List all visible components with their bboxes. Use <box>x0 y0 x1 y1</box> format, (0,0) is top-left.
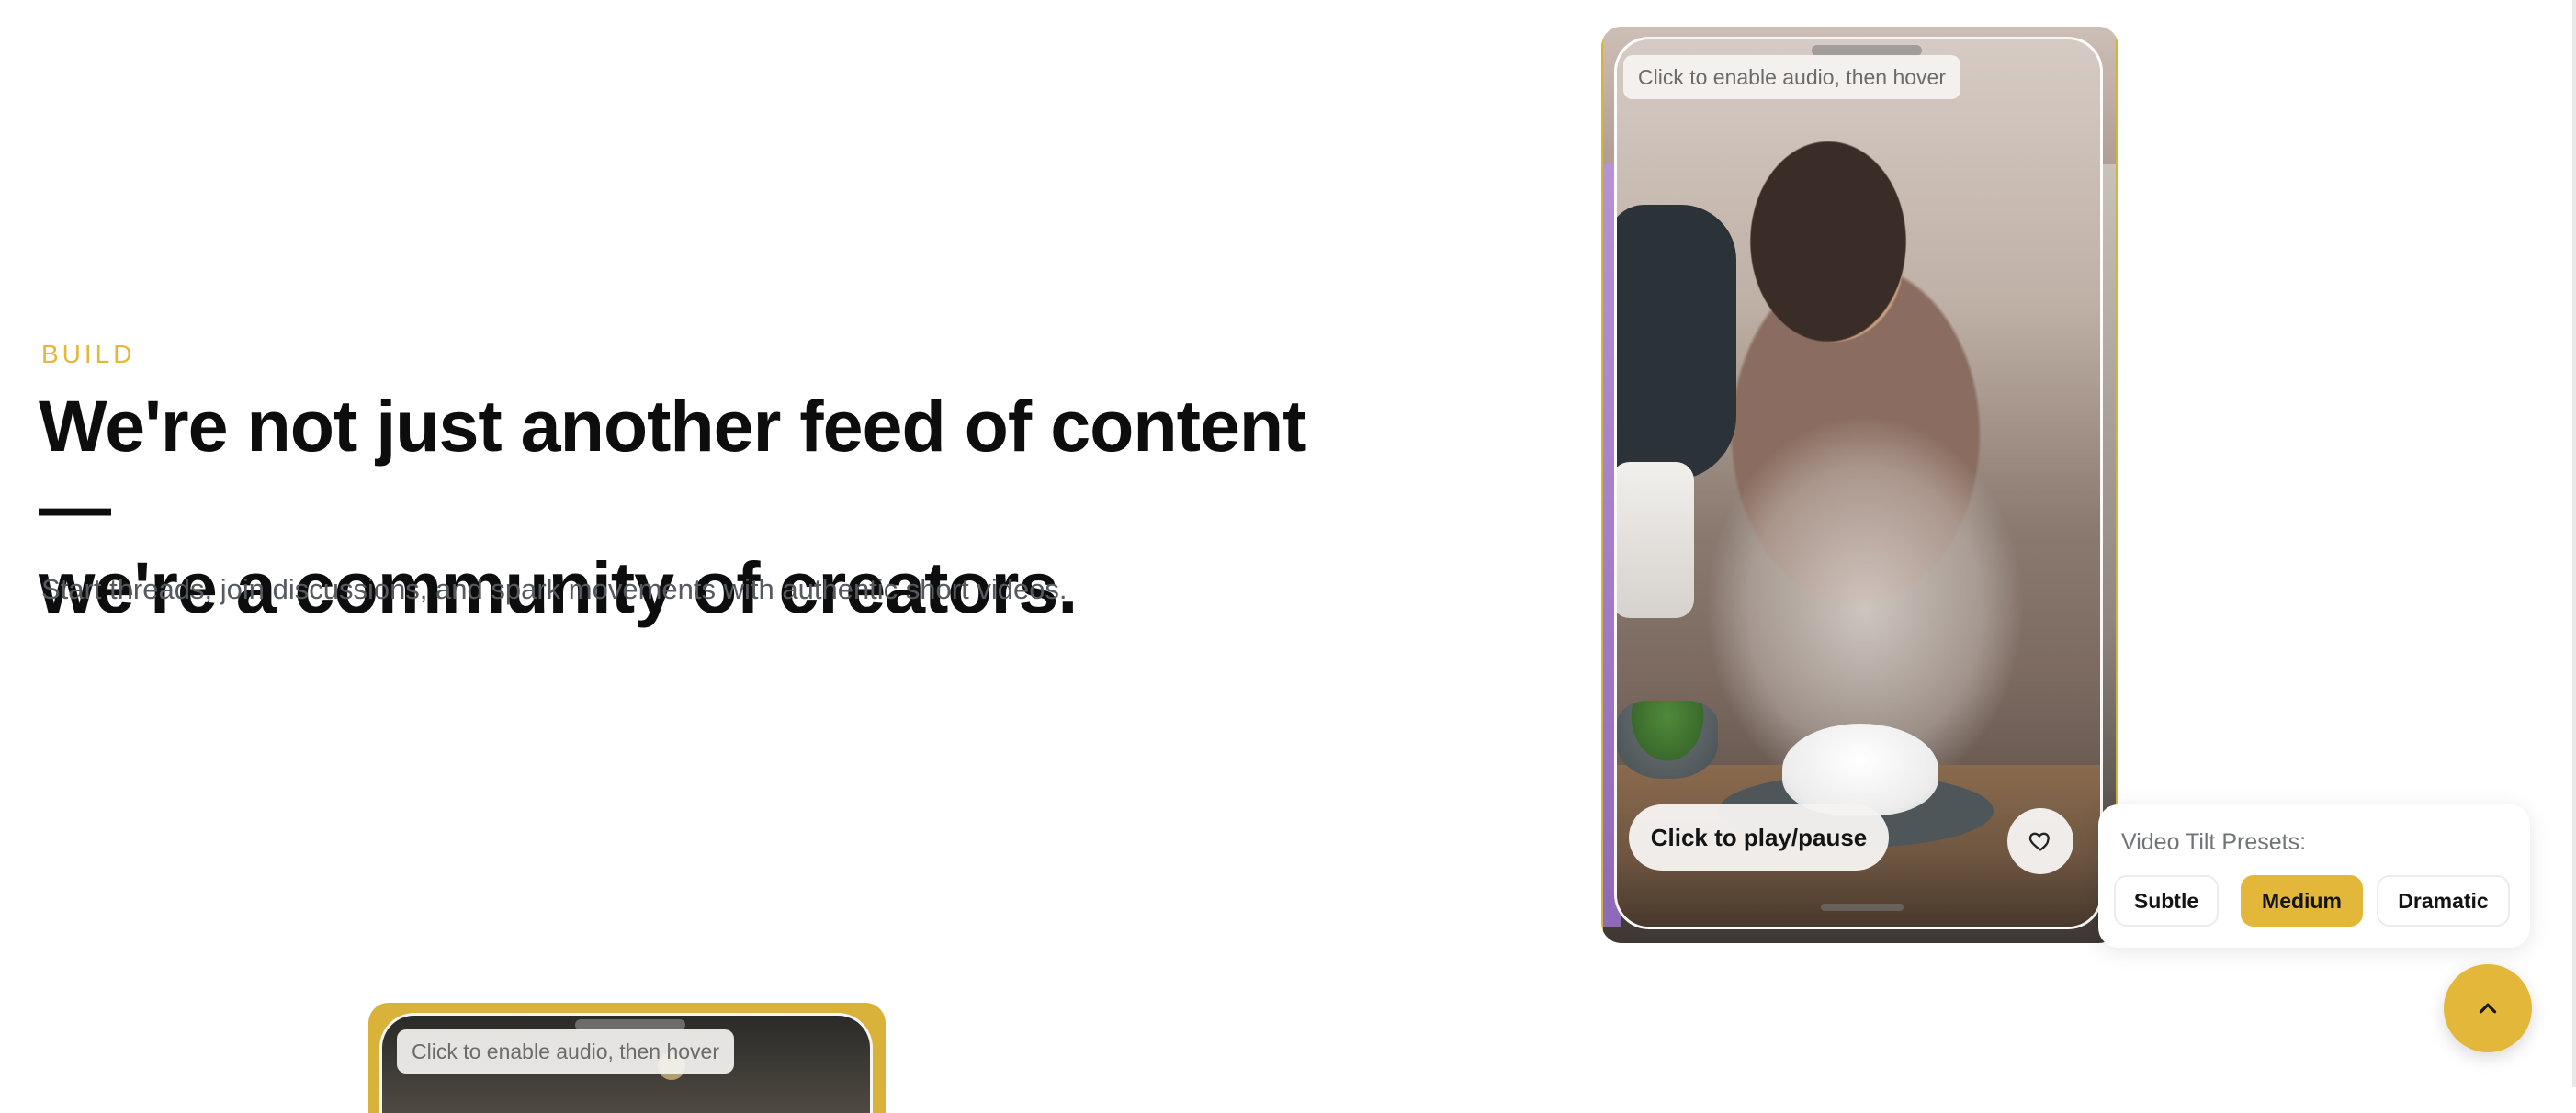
play-pause-button[interactable]: Click to play/pause <box>1629 804 1889 871</box>
page-subtitle: Start threads, join discussions, and spa… <box>41 573 1068 605</box>
section-eyebrow: BUILD <box>41 340 136 368</box>
headline-line-1: We're not just another feed of content — <box>39 385 1306 547</box>
page-scrollbar[interactable] <box>2572 0 2576 1087</box>
video-frame-bowl <box>1617 701 1718 779</box>
enable-audio-hint-2[interactable]: Click to enable audio, then hover <box>397 1029 734 1074</box>
preset-medium-button[interactable]: Medium <box>2241 875 2363 927</box>
scroll-to-top-button[interactable] <box>2444 964 2532 1052</box>
enable-audio-hint[interactable]: Click to enable audio, then hover <box>1623 55 1960 99</box>
preset-dramatic-button[interactable]: Dramatic <box>2377 875 2510 927</box>
video-frame-bottle <box>1617 462 1694 618</box>
heart-icon <box>2028 832 2050 851</box>
video-frame-rice <box>1782 724 1938 815</box>
like-button[interactable] <box>2007 808 2073 874</box>
chevron-up-icon <box>2479 1003 2497 1014</box>
scroll-to-top[interactable] <box>2444 964 2576 1052</box>
tilt-presets-label: Video Tilt Presets: <box>2121 829 2307 855</box>
video-frame-camera <box>1617 205 1736 480</box>
phone-home-indicator <box>1821 904 1904 911</box>
video-tilt-presets-panel: Video Tilt Presets: Subtle Medium Dramat… <box>2098 804 2530 948</box>
preset-subtle-button[interactable]: Subtle <box>2114 875 2219 927</box>
video-player[interactable] <box>1614 37 2103 929</box>
